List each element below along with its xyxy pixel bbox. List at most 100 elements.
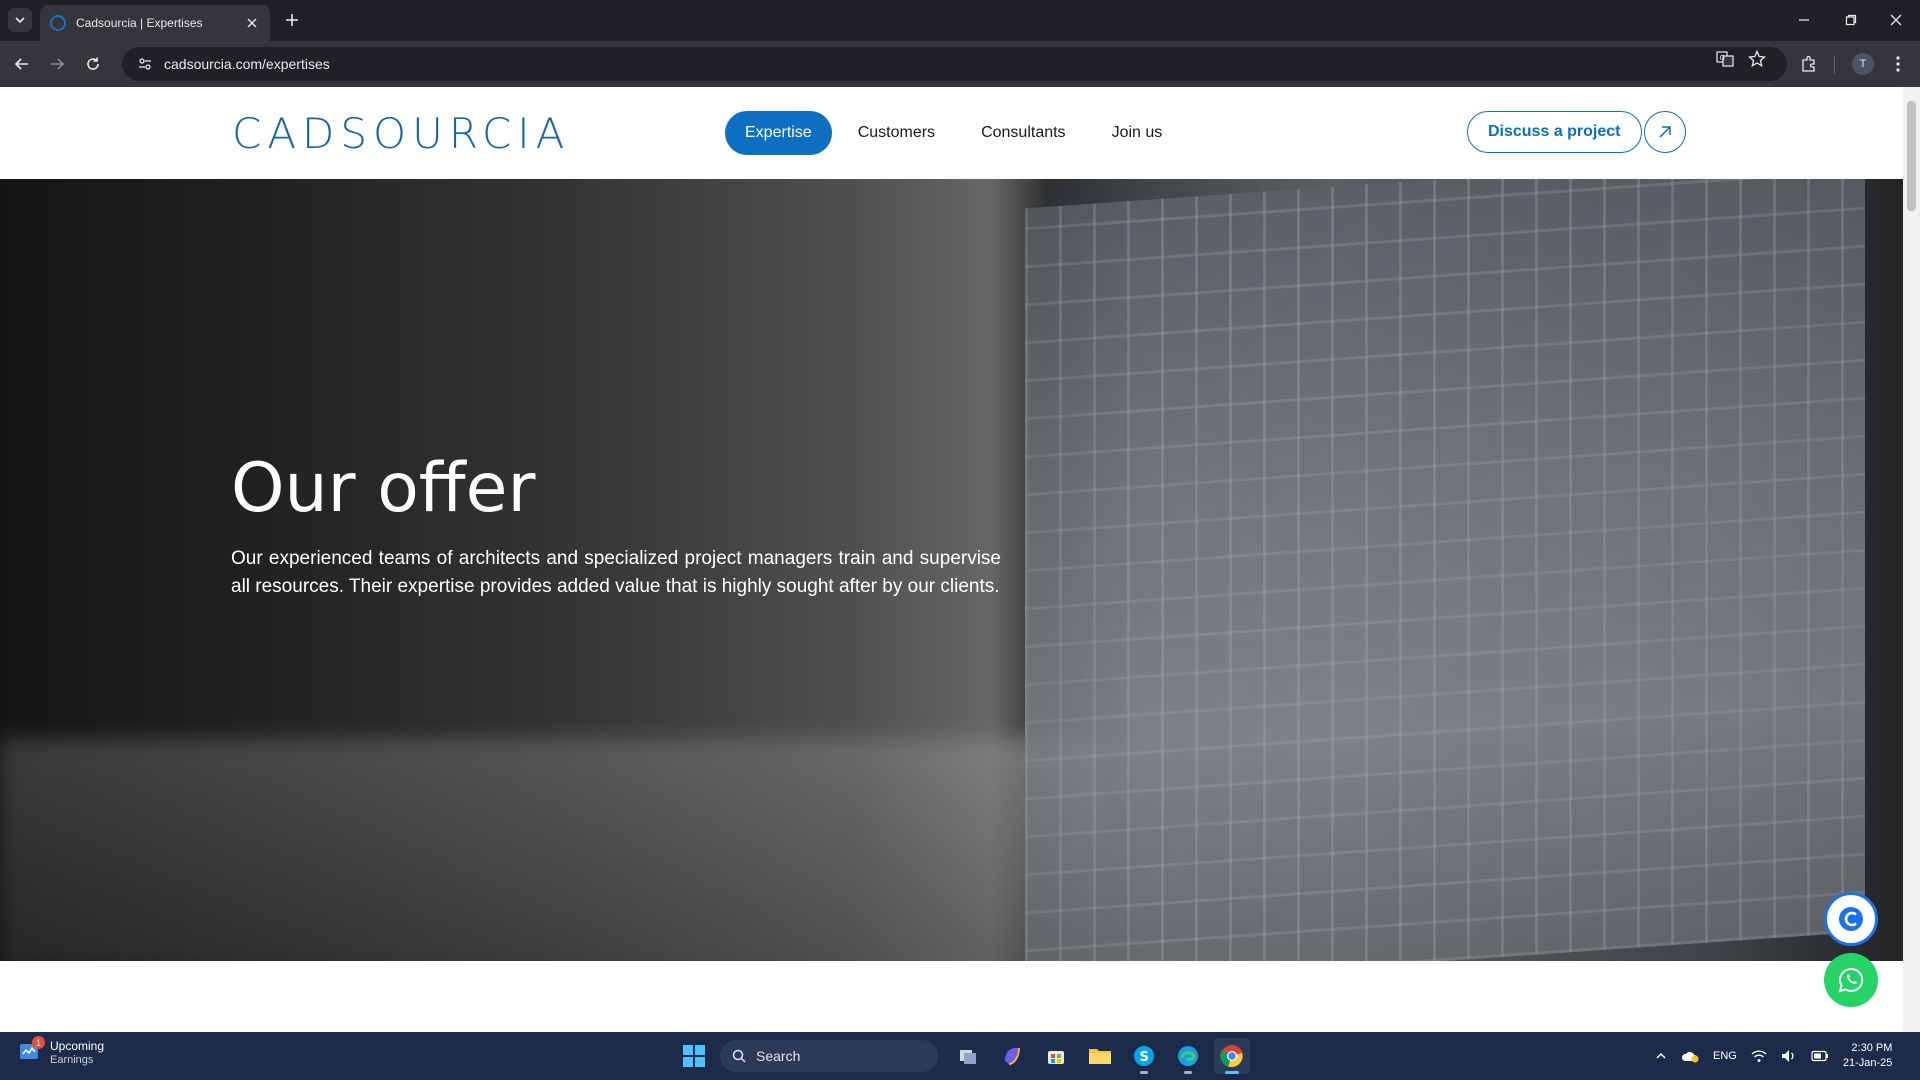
taskbar-search-box[interactable]: Search bbox=[720, 1040, 938, 1072]
extensions-button[interactable] bbox=[1797, 52, 1821, 76]
news-widget-icon: 1 bbox=[18, 1036, 45, 1064]
address-bar[interactable]: cadsourcia.com/expertises bbox=[122, 47, 1787, 81]
site-logo[interactable]: CADSOURCIA bbox=[232, 108, 571, 158]
more-vertical-icon bbox=[1896, 56, 1900, 72]
wifi-icon bbox=[1751, 1050, 1767, 1062]
system-clock[interactable]: 2:30 PM 21-Jan-25 bbox=[1843, 1041, 1893, 1071]
hero-title: Our offer bbox=[231, 449, 536, 528]
file-explorer-button[interactable] bbox=[1082, 1038, 1118, 1074]
bookmark-button[interactable] bbox=[1746, 48, 1768, 70]
running-indicator bbox=[1184, 1071, 1192, 1074]
close-icon bbox=[1890, 14, 1902, 26]
task-view-button[interactable] bbox=[950, 1038, 986, 1074]
hero-section: Our offer Our experienced teams of archi… bbox=[0, 179, 1903, 961]
show-hidden-icons-button[interactable] bbox=[1655, 1050, 1667, 1062]
restore-button[interactable] bbox=[1839, 8, 1863, 32]
tab-close-button[interactable] bbox=[244, 15, 260, 31]
folder-icon bbox=[1089, 1049, 1111, 1064]
site-favicon-icon bbox=[50, 15, 66, 31]
search-icon bbox=[732, 1049, 746, 1063]
minimize-button[interactable] bbox=[1792, 8, 1816, 32]
nav-item-customers[interactable]: Customers bbox=[838, 111, 955, 155]
forward-button[interactable] bbox=[45, 52, 69, 76]
page-scrollbar[interactable] bbox=[1903, 87, 1920, 1032]
svg-text:G: G bbox=[1720, 54, 1725, 62]
minimize-icon bbox=[1799, 19, 1809, 21]
tab-search-button[interactable] bbox=[8, 8, 32, 32]
running-indicator bbox=[1140, 1071, 1148, 1074]
nav-item-consultants[interactable]: Consultants bbox=[961, 111, 1086, 155]
browser-toolbar: cadsourcia.com/expertises G T bbox=[0, 41, 1920, 87]
star-icon bbox=[1748, 50, 1766, 68]
cta-group: Discuss a project bbox=[1467, 111, 1686, 153]
skype-icon: S bbox=[1134, 1046, 1154, 1066]
chat-icon bbox=[1839, 907, 1863, 931]
system-tray: ENG 2:30 PM 21-Jan-25 bbox=[1655, 1032, 1892, 1080]
widget-subtitle: Earnings bbox=[50, 1054, 94, 1066]
chevron-down-icon bbox=[15, 17, 25, 24]
widget-text: Upcoming Earnings bbox=[50, 1038, 104, 1066]
widget-badge: 1 bbox=[32, 1036, 45, 1049]
store-icon bbox=[1048, 1051, 1064, 1064]
back-button[interactable] bbox=[10, 52, 34, 76]
discuss-project-arrow-button[interactable] bbox=[1643, 111, 1686, 153]
task-view-icon bbox=[960, 1050, 976, 1064]
scrollbar-thumb[interactable] bbox=[1907, 101, 1916, 211]
browser-menu-button[interactable] bbox=[1886, 52, 1910, 76]
volume-button[interactable] bbox=[1781, 1049, 1797, 1063]
site-settings-icon[interactable] bbox=[136, 55, 154, 73]
profile-avatar[interactable]: T bbox=[1852, 53, 1874, 75]
close-icon bbox=[247, 18, 257, 28]
reload-icon bbox=[87, 57, 99, 70]
plus-icon bbox=[286, 14, 298, 26]
taskbar-search-label: Search bbox=[756, 1048, 801, 1064]
whatsapp-icon bbox=[1838, 967, 1864, 993]
logo-text: CADSOURCIA bbox=[232, 108, 571, 158]
whatsapp-button[interactable] bbox=[1824, 953, 1878, 1007]
chrome-button[interactable] bbox=[1214, 1038, 1250, 1074]
windows-taskbar: 1 Upcoming Earnings Search S ENG 2:30 PM… bbox=[0, 1032, 1920, 1080]
toolbar-divider bbox=[1834, 56, 1835, 74]
new-tab-button[interactable] bbox=[282, 10, 302, 30]
taskbar-apps: Search S bbox=[676, 1038, 1258, 1074]
clock-time: 2:30 PM bbox=[1851, 1042, 1893, 1054]
restore-icon bbox=[1845, 14, 1857, 26]
translate-icon: G bbox=[1716, 51, 1734, 67]
network-button[interactable] bbox=[1751, 1049, 1767, 1063]
battery-icon bbox=[1811, 1050, 1828, 1062]
discuss-project-button[interactable]: Discuss a project bbox=[1467, 111, 1642, 153]
site-header: CADSOURCIA Expertise Customers Consultan… bbox=[0, 87, 1903, 179]
widgets-button[interactable]: 1 Upcoming Earnings bbox=[18, 1036, 104, 1066]
svg-text:S: S bbox=[1140, 1050, 1149, 1065]
chrome-icon bbox=[1220, 1045, 1243, 1068]
web-page: CADSOURCIA Expertise Customers Consultan… bbox=[0, 87, 1903, 1032]
edge-icon bbox=[1178, 1046, 1198, 1066]
edge-button[interactable] bbox=[1170, 1038, 1206, 1074]
chevron-up-icon bbox=[1656, 1052, 1666, 1059]
copilot-button[interactable] bbox=[994, 1038, 1030, 1074]
copilot-icon bbox=[1005, 1047, 1020, 1065]
puzzle-icon bbox=[1802, 55, 1815, 72]
nav-item-join-us[interactable]: Join us bbox=[1092, 111, 1183, 155]
url-text[interactable]: cadsourcia.com/expertises bbox=[164, 56, 1787, 72]
browser-tabstrip: Cadsourcia | Expertises bbox=[0, 0, 1920, 41]
chat-widget-button[interactable] bbox=[1824, 892, 1878, 946]
close-window-button[interactable] bbox=[1884, 8, 1908, 32]
store-button[interactable] bbox=[1038, 1038, 1074, 1074]
start-button[interactable] bbox=[676, 1038, 712, 1074]
nav-item-expertise[interactable]: Expertise bbox=[725, 111, 832, 155]
onedrive-tray-button[interactable] bbox=[1681, 1049, 1699, 1063]
clock-date: 21-Jan-25 bbox=[1842, 1057, 1893, 1069]
battery-button[interactable] bbox=[1811, 1050, 1829, 1062]
arrow-left-icon bbox=[14, 58, 28, 70]
translate-button[interactable]: G bbox=[1714, 48, 1736, 70]
speaker-icon bbox=[1781, 1050, 1794, 1062]
main-nav: Expertise Customers Consultants Join us bbox=[725, 111, 1188, 155]
reload-button[interactable] bbox=[81, 52, 105, 76]
language-indicator[interactable]: ENG bbox=[1713, 1050, 1737, 1062]
skype-button[interactable]: S bbox=[1126, 1038, 1162, 1074]
cloud-warning-icon bbox=[1681, 1051, 1699, 1063]
widget-title: Upcoming bbox=[50, 1039, 105, 1053]
browser-tab-active[interactable]: Cadsourcia | Expertises bbox=[40, 5, 270, 41]
arrow-right-icon bbox=[51, 58, 65, 70]
